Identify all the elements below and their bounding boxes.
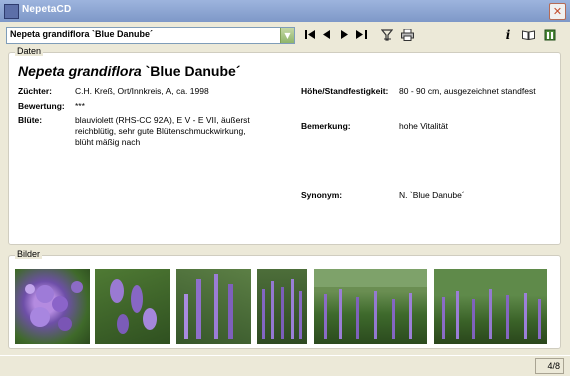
plant-button[interactable] xyxy=(542,27,558,42)
images-panel-legend: Bilder xyxy=(15,249,43,259)
title-bar: NepetaCD ✕ xyxy=(0,0,570,22)
plant-title-genus: Nepeta grandiflora xyxy=(18,63,142,79)
plant-select[interactable]: Nepeta grandiflora `Blue Danube´ ▼ xyxy=(6,27,295,44)
last-icon xyxy=(355,30,367,39)
print-icon xyxy=(400,28,414,41)
photo-thumbnail-2[interactable] xyxy=(95,269,170,344)
filter-icon xyxy=(381,28,393,41)
plant-title: Nepeta grandiflora `Blue Danube´ xyxy=(18,63,240,79)
synonym-label: Synonym: xyxy=(301,190,343,200)
zuechter-label: Züchter: xyxy=(18,86,52,96)
next-icon xyxy=(341,30,348,39)
photo-thumbnail-6[interactable] xyxy=(434,269,547,344)
photo-thumbnail-3[interactable] xyxy=(176,269,251,344)
book-icon xyxy=(521,29,535,40)
bluete-value-line-3: blüht mäßig nach xyxy=(75,137,141,147)
bluete-value-line-1: blauviolett (RHS-CC 92A), E V - E VII, ä… xyxy=(75,115,250,125)
photo-thumbnail-4[interactable] xyxy=(257,269,307,344)
close-button[interactable]: ✕ xyxy=(549,3,566,20)
next-record-button[interactable] xyxy=(336,27,352,42)
prev-record-button[interactable] xyxy=(319,27,335,42)
page-indicator: 4/8 xyxy=(535,358,564,374)
first-record-button[interactable] xyxy=(302,27,318,42)
info-button[interactable]: i xyxy=(500,27,516,42)
info-icon: i xyxy=(505,27,511,42)
data-panel: Daten Nepeta grandiflora `Blue Danube´ Z… xyxy=(8,46,561,245)
chevron-down-icon[interactable]: ▼ xyxy=(280,28,294,43)
hoehe-label: Höhe/Standfestigkeit: xyxy=(301,86,389,96)
zuechter-value: C.H. Kreß, Ort/Innkreis, A, ca. 1998 xyxy=(75,86,209,96)
images-panel: Bilder xyxy=(8,249,561,349)
plant-select-value: Nepeta grandiflora `Blue Danube´ xyxy=(10,29,154,39)
plant-clump-image xyxy=(262,279,302,339)
photo-thumbnail-1[interactable] xyxy=(15,269,90,344)
planting-overview-image xyxy=(442,289,541,339)
flower-spikes-image xyxy=(110,279,157,334)
prev-icon xyxy=(323,30,330,39)
filter-button[interactable] xyxy=(379,27,395,42)
window-title: NepetaCD xyxy=(22,4,72,15)
bluete-value-line-2: reichblütig, sehr gute Blütenschmuckwirk… xyxy=(75,126,246,136)
hoehe-value: 80 - 90 cm, ausgezeichnet standfest xyxy=(399,86,536,96)
bluete-label: Blüte: xyxy=(18,115,43,125)
bewertung-label: Bewertung: xyxy=(18,101,65,111)
data-panel-legend: Daten xyxy=(15,46,44,56)
bemerkung-value: hohe Vitalität xyxy=(399,121,448,131)
synonym-value: N. `Blue Danube´ xyxy=(399,190,465,200)
flower-stems-image xyxy=(184,274,233,339)
book-button[interactable] xyxy=(520,27,536,42)
last-record-button[interactable] xyxy=(353,27,369,42)
bemerkung-label: Bemerkung: xyxy=(301,121,351,131)
garden-bed-image xyxy=(314,269,427,339)
bewertung-value: *** xyxy=(75,101,85,111)
print-button[interactable] xyxy=(399,27,415,42)
status-bar: 4/8 xyxy=(0,355,570,376)
plant-title-cultivar: `Blue Danube´ xyxy=(145,63,241,79)
plant-icon xyxy=(544,29,556,40)
app-icon xyxy=(4,4,19,19)
first-icon xyxy=(304,30,315,39)
photo-thumbnail-5[interactable] xyxy=(314,269,427,344)
flower-closeup-image xyxy=(25,281,83,331)
